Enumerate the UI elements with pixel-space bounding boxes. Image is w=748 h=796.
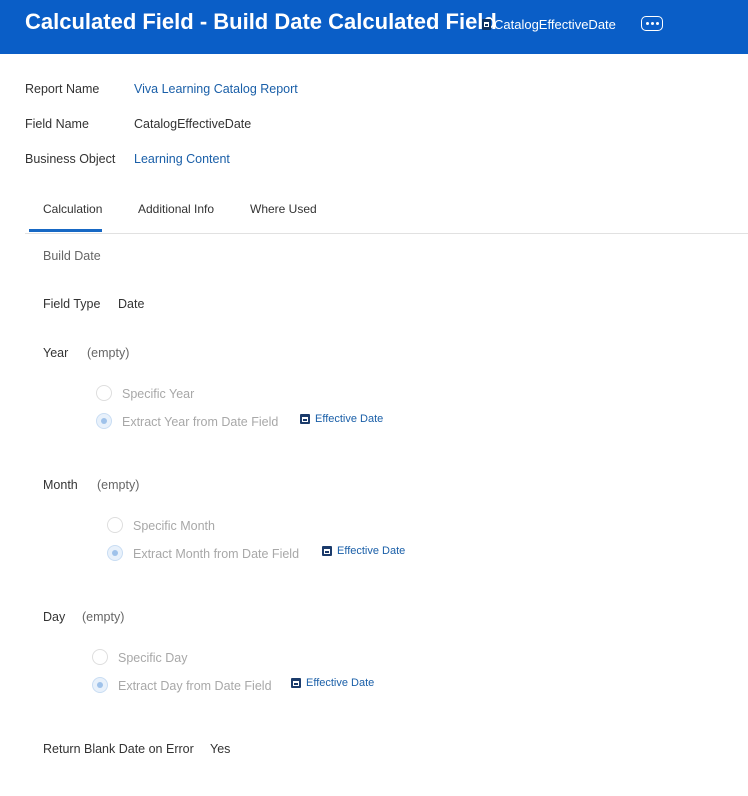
- day-label: Day: [43, 610, 66, 624]
- tab-additional-info[interactable]: Additional Info: [138, 202, 214, 216]
- active-tab-indicator: [29, 229, 102, 232]
- extract-month-radio[interactable]: [107, 545, 123, 561]
- extract-day-radio[interactable]: [92, 677, 108, 693]
- year-label: Year: [43, 346, 69, 360]
- field-type-value: Date: [118, 297, 145, 311]
- specific-day-label: Specific Day: [118, 651, 188, 665]
- extract-year-label: Extract Year from Date Field: [122, 415, 279, 429]
- day-field-label: Effective Date: [306, 677, 375, 689]
- tab-divider: [25, 233, 748, 234]
- year-effective-date-chip[interactable]: Effective Date: [300, 413, 383, 425]
- month-label: Month: [43, 478, 78, 492]
- extract-month-label: Extract Month from Date Field: [133, 547, 300, 561]
- tab-calculation[interactable]: Calculation: [43, 202, 102, 216]
- more-options-icon: [645, 22, 649, 25]
- business-object-link[interactable]: Learning Content: [134, 152, 230, 166]
- field-name-label: Field Name: [25, 117, 89, 131]
- day-effective-date-chip[interactable]: Effective Date: [291, 677, 374, 689]
- report-name-label: Report Name: [25, 82, 100, 96]
- tab-where-used[interactable]: Where Used: [250, 202, 317, 216]
- specific-year-radio[interactable]: [96, 385, 112, 401]
- page-header: Calculated Field - Build Date Calculated…: [0, 0, 748, 54]
- return-blank-label: Return Blank Date on Error: [43, 742, 194, 756]
- specific-month-label: Specific Month: [133, 519, 215, 533]
- return-blank-value: Yes: [210, 742, 231, 756]
- field-chip[interactable]: CatalogEffectiveDate: [482, 17, 616, 32]
- field-type-label: Field Type: [43, 297, 101, 311]
- year-field-label: Effective Date: [315, 413, 384, 425]
- business-object-label: Business Object: [25, 152, 116, 166]
- calendar-field-icon: [300, 414, 310, 424]
- specific-day-radio[interactable]: [92, 649, 108, 665]
- specific-year-label: Specific Year: [122, 387, 195, 401]
- calendar-field-icon: [482, 19, 491, 30]
- calendar-field-icon: [291, 678, 301, 688]
- specific-month-radio[interactable]: [107, 517, 123, 533]
- month-value: (empty): [97, 478, 140, 492]
- page-title: Calculated Field - Build Date Calculated…: [25, 9, 497, 34]
- day-value: (empty): [82, 610, 125, 624]
- month-field-label: Effective Date: [337, 545, 406, 557]
- extract-year-radio[interactable]: [96, 413, 112, 429]
- field-chip-label: CatalogEffectiveDate: [494, 17, 616, 32]
- extract-day-label: Extract Day from Date Field: [118, 679, 272, 693]
- report-name-link[interactable]: Viva Learning Catalog Report: [134, 82, 298, 96]
- field-name-value: CatalogEffectiveDate: [134, 117, 252, 131]
- function-name: Build Date: [43, 249, 101, 263]
- more-options-button[interactable]: [641, 16, 663, 31]
- year-value: (empty): [87, 346, 130, 360]
- calendar-field-icon: [322, 546, 332, 556]
- month-effective-date-chip[interactable]: Effective Date: [322, 545, 405, 557]
